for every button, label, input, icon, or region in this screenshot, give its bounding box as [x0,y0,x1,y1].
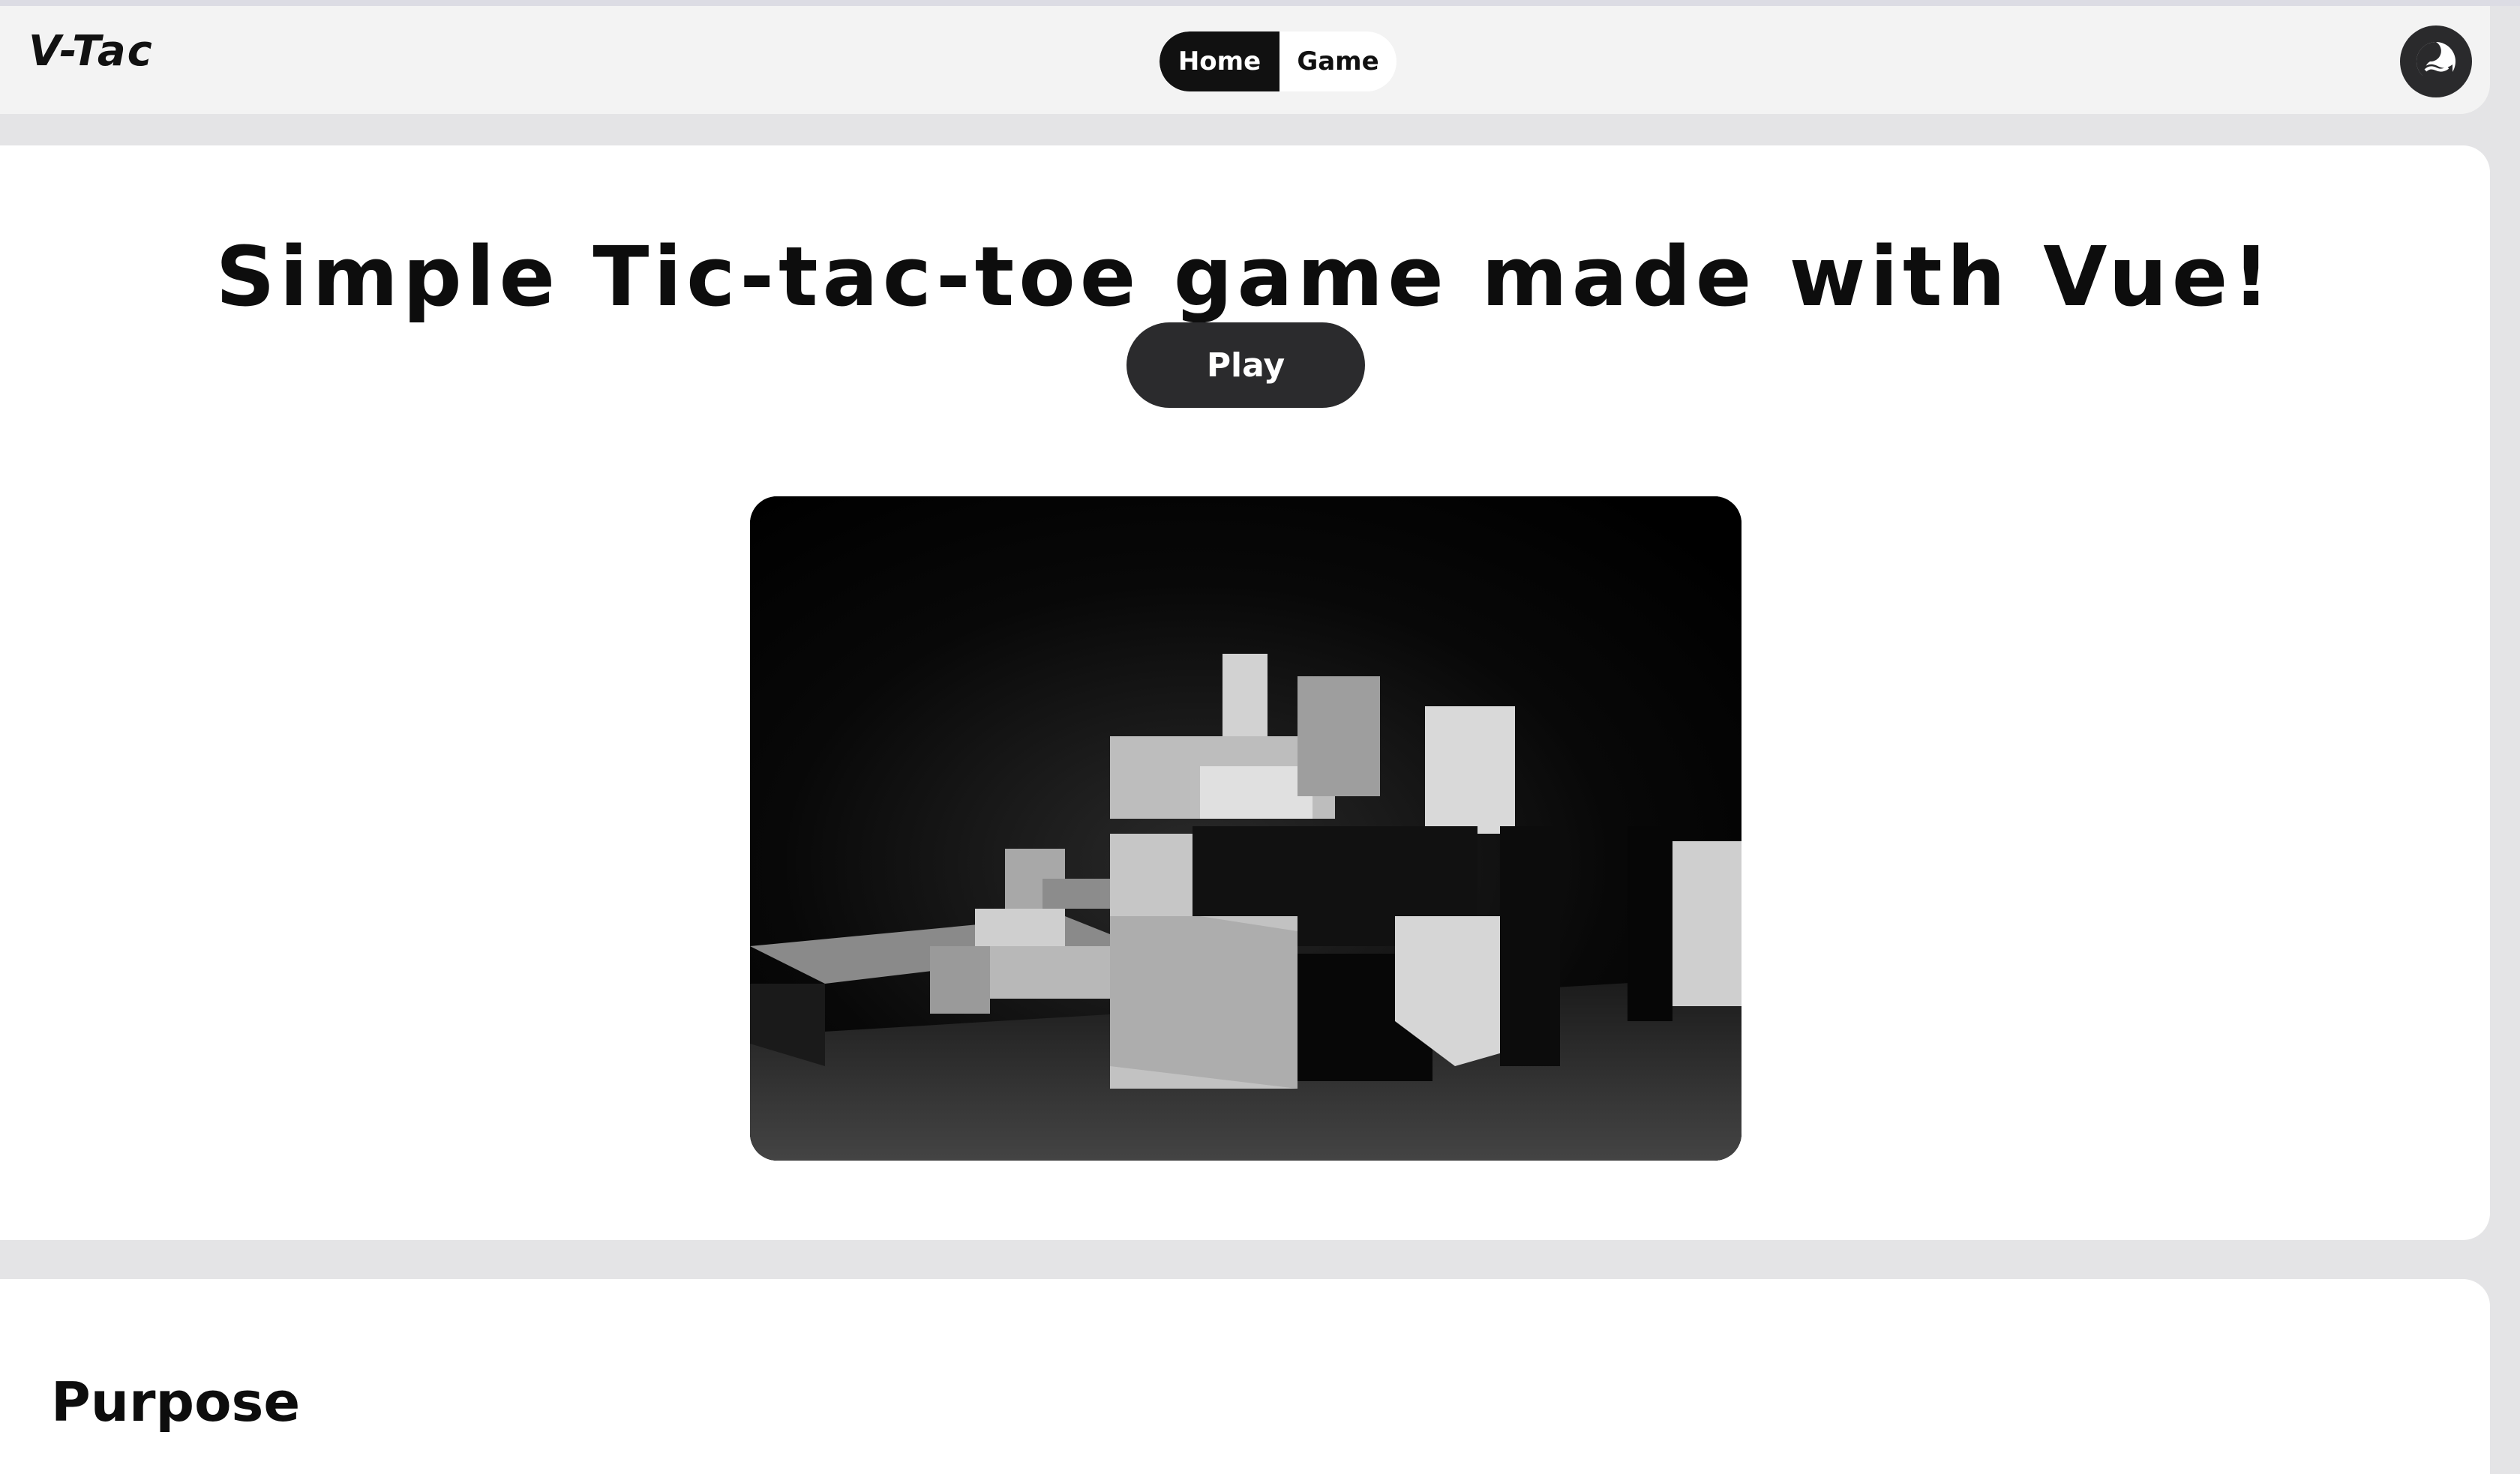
brand-logo[interactable]: V-Tac [28,27,154,76]
tab-game[interactable]: Game [1280,31,1396,91]
page-title: Simple Tic-tac-toe game made with Vue! [215,228,2275,325]
nav-tabs: Home Game [1160,31,1396,91]
hero-image [750,496,1742,1161]
theme-toggle-icon [2416,42,2456,82]
purpose-heading: Purpose [51,1370,301,1434]
abstract-blocks-image [750,496,1742,1161]
tab-home[interactable]: Home [1160,31,1280,91]
top-border [0,0,2520,6]
play-button[interactable]: Play [1126,322,1365,408]
navbar: V-Tac Home Game [0,6,2490,114]
theme-toggle-button[interactable] [2400,25,2472,97]
purpose-card [0,1279,2490,1474]
